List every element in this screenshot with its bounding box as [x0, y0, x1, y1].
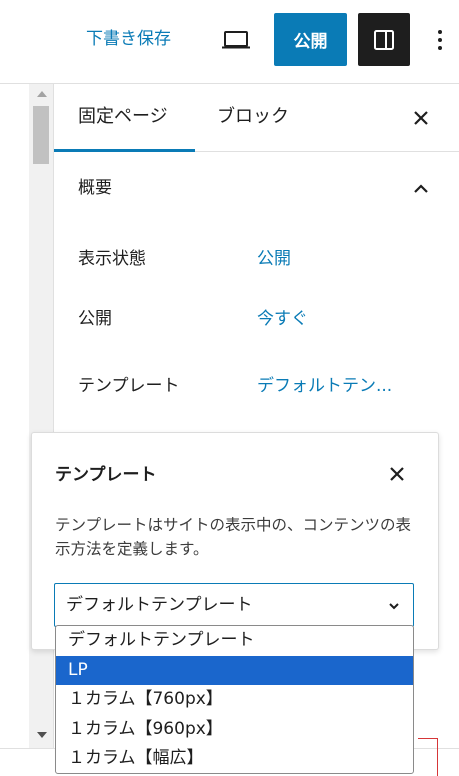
dropdown-option-highlighted[interactable]: LP	[56, 655, 413, 685]
dropdown-option[interactable]: １カラム【幅広】	[56, 744, 413, 773]
settings-toggle-button[interactable]	[358, 13, 410, 66]
sidebar-tabs: 固定ページ ブロック	[54, 84, 459, 152]
save-draft-button[interactable]: 下書き保存	[86, 26, 171, 52]
popover-title: テンプレート	[55, 465, 157, 485]
template-popover: テンプレート テンプレートはサイトの表示中の、コンテンツの表示方法を定義します。…	[31, 432, 439, 650]
more-options-button[interactable]	[430, 26, 450, 54]
tab-page[interactable]: 固定ページ	[54, 84, 195, 152]
chevron-down-icon	[389, 603, 399, 610]
dropdown-option[interactable]: １カラム【960px】	[56, 715, 413, 745]
scroll-thumb[interactable]	[33, 106, 49, 164]
preview-button[interactable]	[219, 26, 253, 54]
template-select-value: デフォルトテンプレート	[66, 595, 253, 615]
summary-panel-title: 概要	[78, 178, 112, 198]
popover-description: テンプレートはサイトの表示中の、コンテンツの表示方法を定義します。	[55, 516, 412, 558]
summary-panel-header[interactable]: 概要	[54, 152, 459, 224]
editor-toolbar: 下書き保存 公開	[0, 0, 459, 84]
scroll-up-arrow-icon[interactable]	[37, 91, 47, 97]
partial-element-edge	[418, 738, 438, 776]
tab-block[interactable]: ブロック	[217, 84, 289, 152]
template-value-link[interactable]: デフォルトテン...	[257, 374, 392, 398]
laptop-icon	[222, 31, 250, 49]
publish-button[interactable]: 公開	[274, 13, 347, 66]
close-icon[interactable]	[386, 463, 408, 485]
more-vertical-icon	[438, 30, 442, 50]
template-label: テンプレート	[78, 376, 180, 396]
dropdown-option[interactable]: デフォルトテンプレート	[56, 626, 413, 656]
scroll-down-arrow-icon[interactable]	[37, 732, 47, 738]
publish-date-link[interactable]: 今すぐ	[257, 307, 308, 331]
template-select[interactable]: デフォルトテンプレート	[54, 583, 414, 627]
dropdown-option[interactable]: １カラム【760px】	[56, 685, 413, 715]
template-dropdown-list[interactable]: デフォルトテンプレート LP １カラム【760px】 １カラム【960px】 １…	[55, 625, 414, 774]
visibility-value-link[interactable]: 公開	[257, 247, 291, 271]
publish-label: 公開	[78, 309, 112, 329]
chevron-up-icon[interactable]	[410, 178, 432, 200]
sidebar-toggle-icon	[374, 29, 394, 50]
visibility-label: 表示状態	[78, 249, 146, 269]
close-sidebar-button[interactable]	[409, 106, 433, 130]
close-icon	[414, 111, 428, 125]
